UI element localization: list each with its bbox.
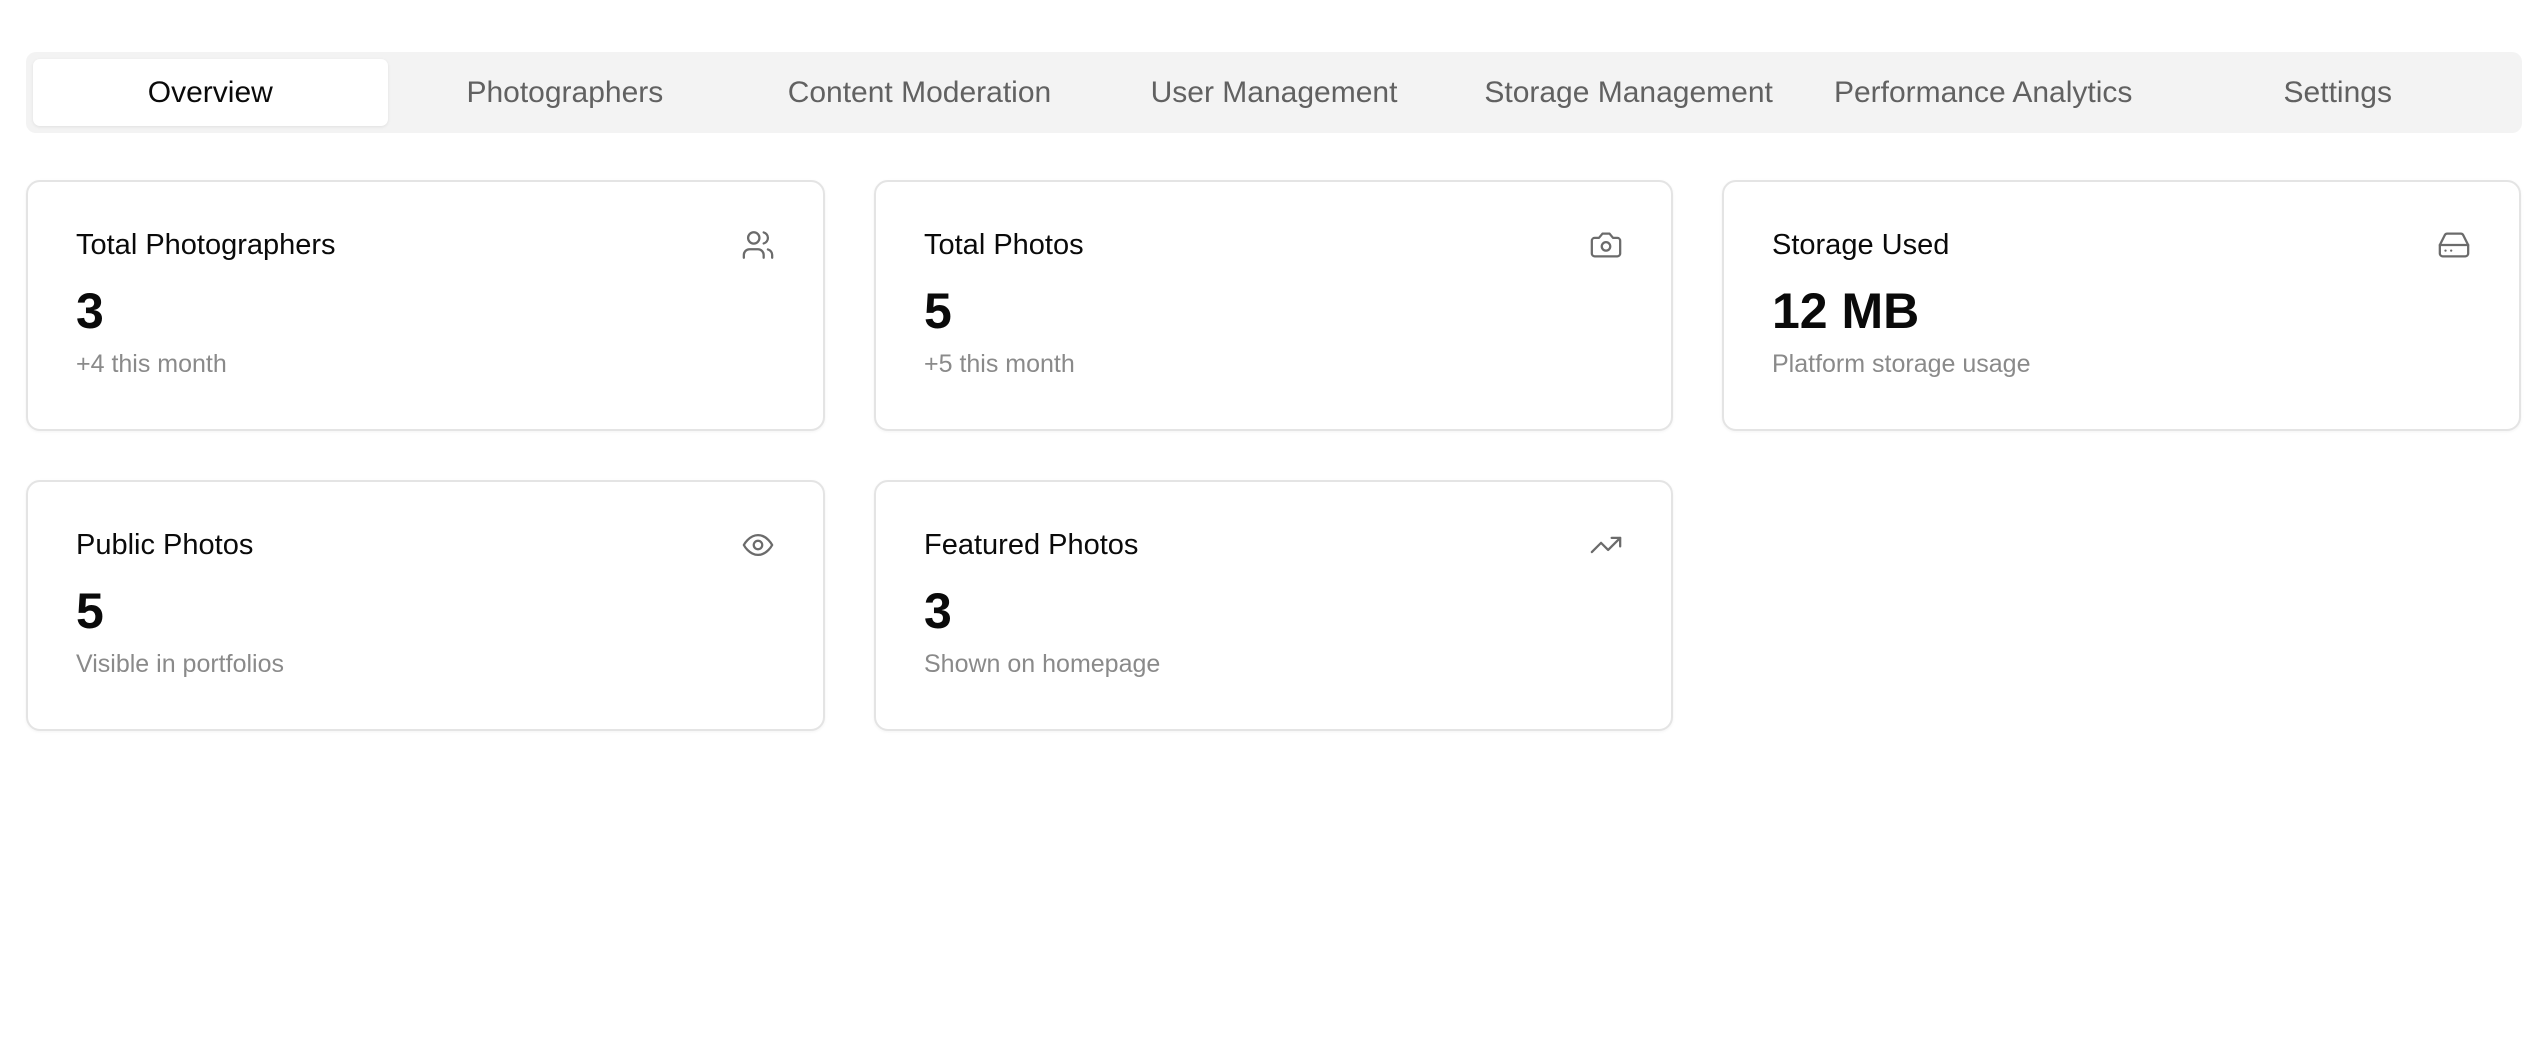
- hard-drive-icon: [2437, 228, 2471, 262]
- card-value: 12 MB: [1772, 283, 1920, 339]
- stat-card-storage-used: Storage Used 12 MB Platform storage usag…: [1722, 180, 2521, 431]
- stat-card-featured-photos: Featured Photos 3 Shown on homepage: [874, 480, 1673, 731]
- card-title: Total Photographers: [76, 229, 336, 261]
- stat-card-total-photos: Total Photos 5 +5 this month: [874, 180, 1673, 431]
- card-value: 3: [76, 283, 104, 339]
- card-subtitle: Platform storage usage: [1772, 350, 2031, 378]
- stat-card-public-photos: Public Photos 5 Visible in portfolios: [26, 480, 825, 731]
- card-title: Total Photos: [924, 229, 1084, 261]
- eye-icon: [741, 528, 775, 562]
- card-subtitle: +4 this month: [76, 350, 227, 378]
- tab-content-moderation[interactable]: Content Moderation: [742, 59, 1097, 126]
- tab-storage-management[interactable]: Storage Management: [1451, 59, 1806, 126]
- card-title: Public Photos: [76, 529, 254, 561]
- tab-user-management[interactable]: User Management: [1097, 59, 1452, 126]
- tab-photographers[interactable]: Photographers: [388, 59, 743, 126]
- tab-bar: Overview Photographers Content Moderatio…: [26, 52, 2522, 133]
- card-subtitle: Visible in portfolios: [76, 650, 284, 678]
- stat-card-total-photographers: Total Photographers 3 +4 this month: [26, 180, 825, 431]
- card-title: Storage Used: [1772, 229, 1950, 261]
- card-title: Featured Photos: [924, 529, 1139, 561]
- card-subtitle: +5 this month: [924, 350, 1075, 378]
- card-value: 5: [76, 583, 104, 639]
- card-subtitle: Shown on homepage: [924, 650, 1161, 678]
- users-icon: [741, 228, 775, 262]
- tab-settings[interactable]: Settings: [2160, 59, 2515, 126]
- camera-icon: [1589, 228, 1623, 262]
- card-value: 3: [924, 583, 952, 639]
- card-value: 5: [924, 283, 952, 339]
- trending-up-icon: [1589, 528, 1623, 562]
- tab-performance-analytics[interactable]: Performance Analytics: [1806, 59, 2161, 126]
- tab-overview[interactable]: Overview: [33, 59, 388, 126]
